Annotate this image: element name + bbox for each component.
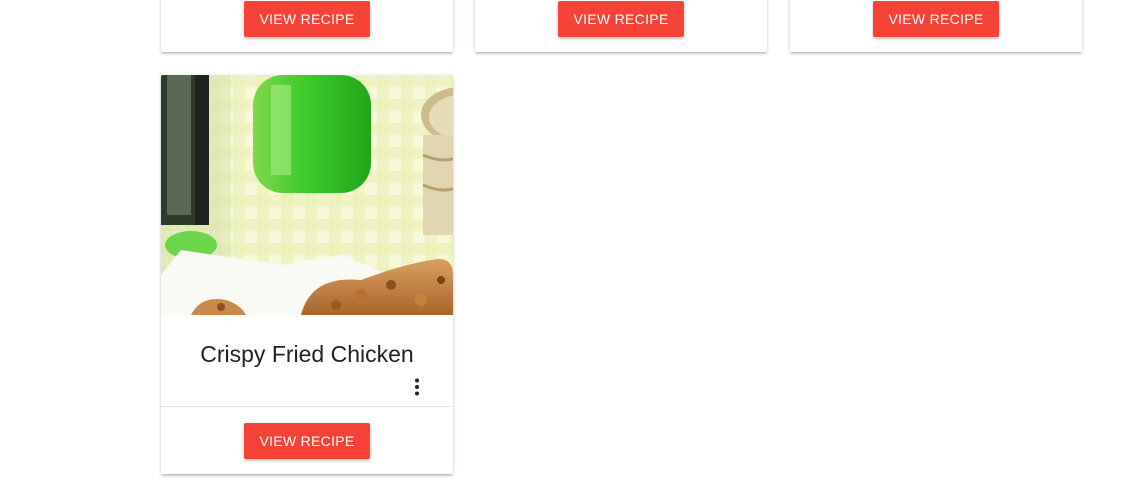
card-actions: VIEW RECIPE: [475, 0, 767, 52]
recipe-card: VIEW RECIPE: [161, 0, 453, 52]
recipe-title: Crispy Fried Chicken: [200, 341, 414, 367]
recipe-card: VIEW RECIPE: [790, 0, 1082, 52]
card-actions: VIEW RECIPE: [790, 0, 1082, 52]
card-divider: [161, 406, 453, 407]
recipe-grid: VIEW RECIPE VIEW RECIPE VIEW RECIPE Cris…: [0, 0, 1133, 494]
view-recipe-button[interactable]: VIEW RECIPE: [873, 1, 999, 37]
view-recipe-button[interactable]: VIEW RECIPE: [244, 423, 370, 459]
recipe-card-crispy-fried-chicken: Crispy Fried Chicken VIEW RECIPE: [161, 75, 453, 474]
card-actions: VIEW RECIPE: [161, 423, 453, 459]
view-recipe-button[interactable]: VIEW RECIPE: [244, 1, 370, 37]
more-vert-icon[interactable]: [406, 375, 428, 399]
recipe-card: VIEW RECIPE: [475, 0, 767, 52]
recipe-image[interactable]: [161, 75, 453, 315]
view-recipe-button[interactable]: VIEW RECIPE: [558, 1, 684, 37]
fried-chicken-photo: [161, 75, 453, 315]
card-actions: VIEW RECIPE: [161, 0, 453, 52]
